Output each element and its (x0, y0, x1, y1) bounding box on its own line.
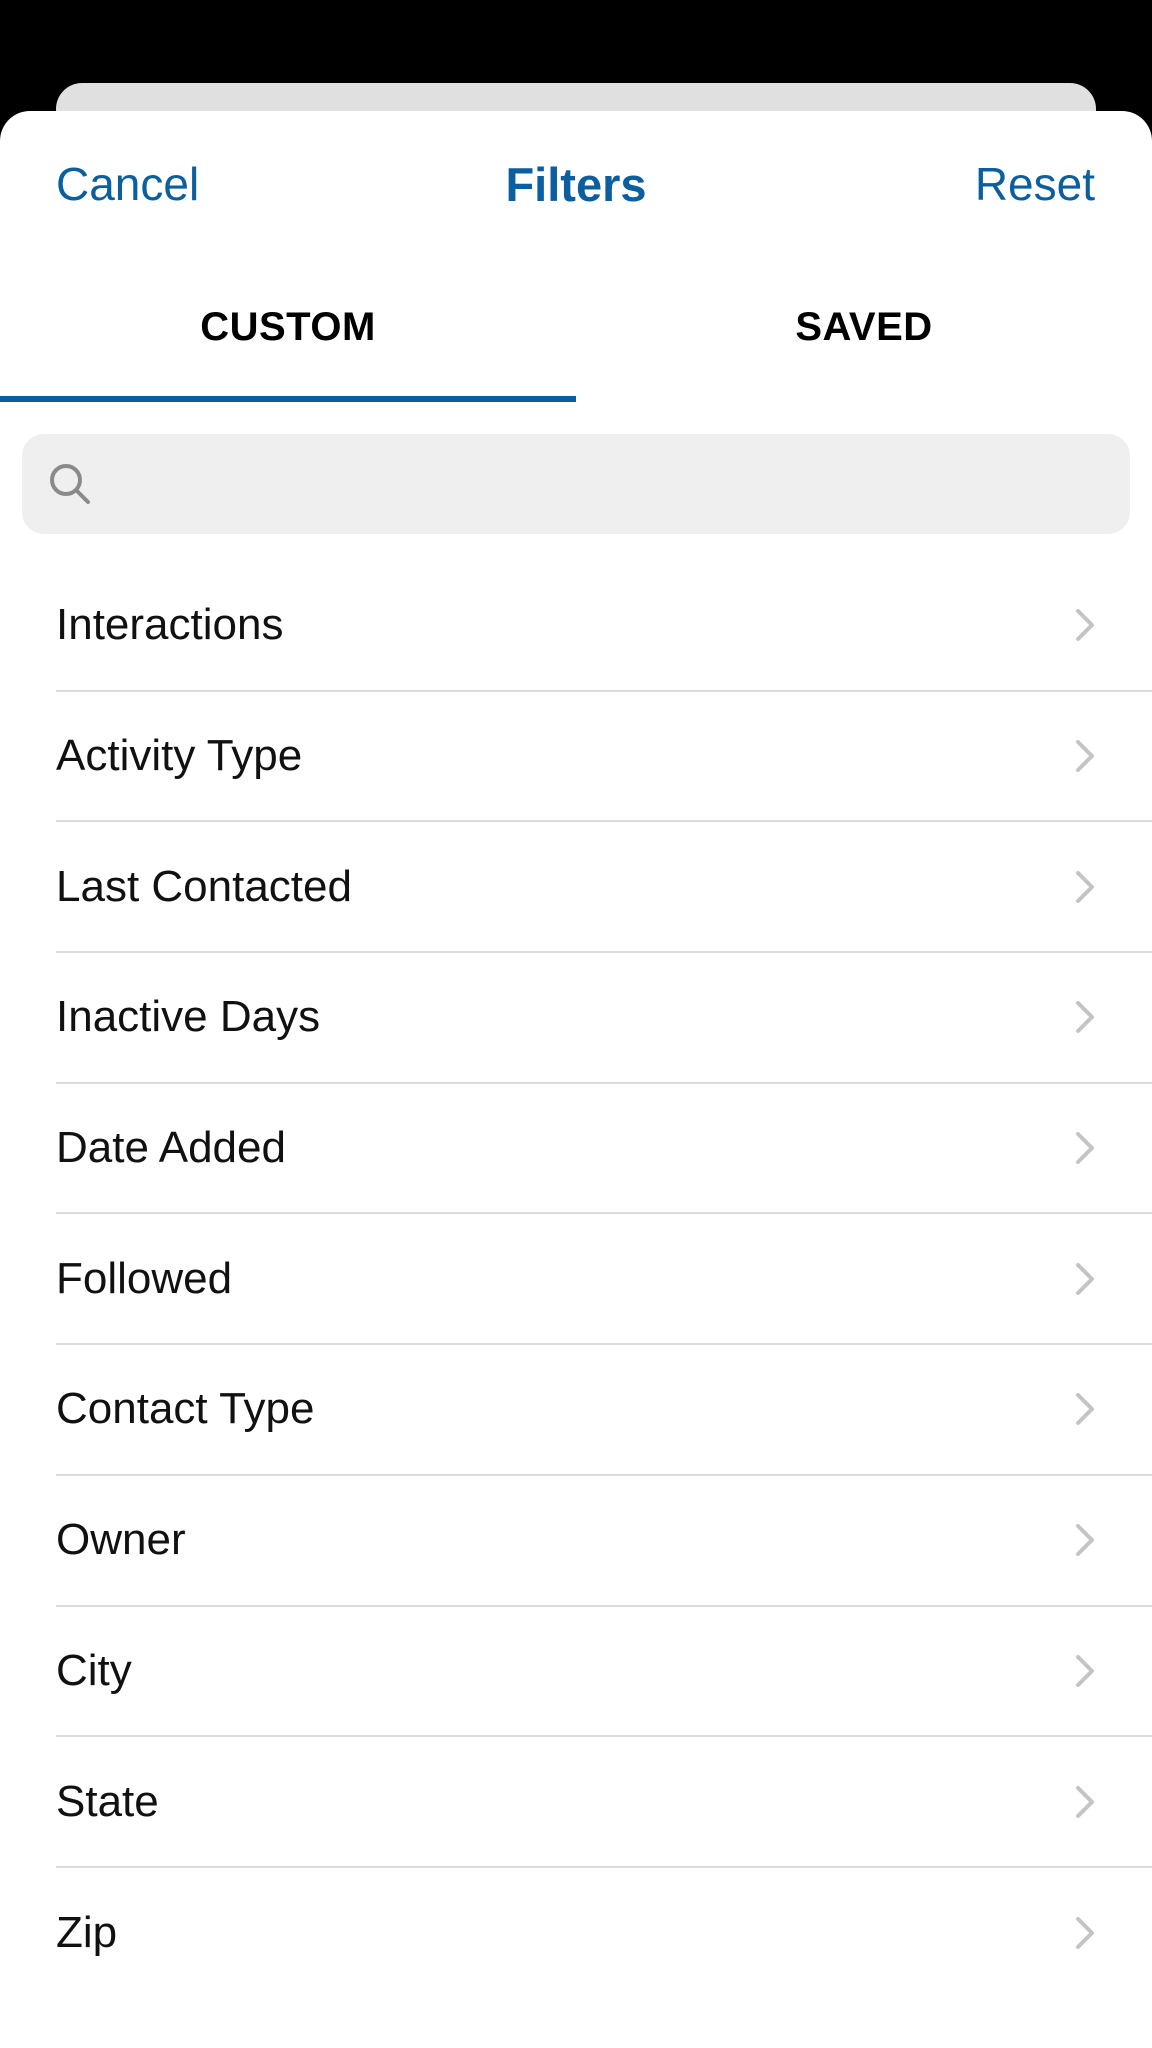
reset-button[interactable]: Reset (975, 161, 1095, 207)
filter-label: Zip (56, 1908, 118, 1958)
chevron-right-icon (1076, 1393, 1094, 1426)
chevron-right-icon (1076, 870, 1094, 903)
filter-row-inactive-days[interactable]: Inactive Days (56, 953, 1152, 1084)
chevron-right-icon (1076, 1785, 1094, 1818)
chevron-right-icon (1076, 1524, 1094, 1557)
search-icon (50, 464, 90, 504)
filter-label: Interactions (56, 600, 284, 650)
chevron-right-icon (1076, 1262, 1094, 1295)
filter-row-followed[interactable]: Followed (56, 1214, 1152, 1346)
filters-sheet: Cancel Filters Reset CUSTOM SAVED Intera… (0, 111, 1152, 2048)
search-input[interactable] (94, 433, 1130, 535)
filter-label: City (56, 1645, 132, 1695)
filter-label: Inactive Days (56, 992, 321, 1042)
chevron-right-icon (1076, 740, 1094, 773)
chevron-right-icon (1076, 1132, 1094, 1165)
filter-label: Date Added (56, 1123, 286, 1173)
filter-row-activity-type[interactable]: Activity Type (56, 692, 1152, 823)
chevron-right-icon (1076, 1001, 1094, 1034)
search-bar (22, 433, 1130, 535)
filter-row-interactions[interactable]: Interactions (56, 561, 1152, 692)
filter-row-last-contacted[interactable]: Last Contacted (56, 822, 1152, 954)
filter-row-city[interactable]: City (56, 1607, 1152, 1738)
filter-label: Contact Type (56, 1384, 315, 1434)
filter-row-date-added[interactable]: Date Added (56, 1084, 1152, 1215)
filter-row-owner[interactable]: Owner (56, 1476, 1152, 1607)
filter-row-contact-type[interactable]: Contact Type (56, 1345, 1152, 1476)
filter-label: Last Contacted (56, 861, 352, 911)
nav-bar: Cancel Filters Reset (0, 111, 1152, 261)
filter-row-zip[interactable]: Zip (56, 1868, 1152, 1999)
chevron-right-icon (1076, 1654, 1094, 1687)
chevron-right-icon (1076, 1917, 1094, 1950)
filter-list: Interactions Activity Type Last Contacte… (0, 561, 1152, 1999)
filter-label: Owner (56, 1515, 186, 1565)
filter-label: State (56, 1776, 159, 1826)
filter-label: Followed (56, 1253, 233, 1303)
tab-bar: CUSTOM SAVED (0, 281, 1152, 406)
tab-saved[interactable]: SAVED (576, 281, 1152, 406)
tab-custom[interactable]: CUSTOM (0, 281, 576, 406)
filter-label: Activity Type (56, 731, 303, 781)
chevron-right-icon (1076, 609, 1094, 642)
filter-row-state[interactable]: State (56, 1737, 1152, 1868)
